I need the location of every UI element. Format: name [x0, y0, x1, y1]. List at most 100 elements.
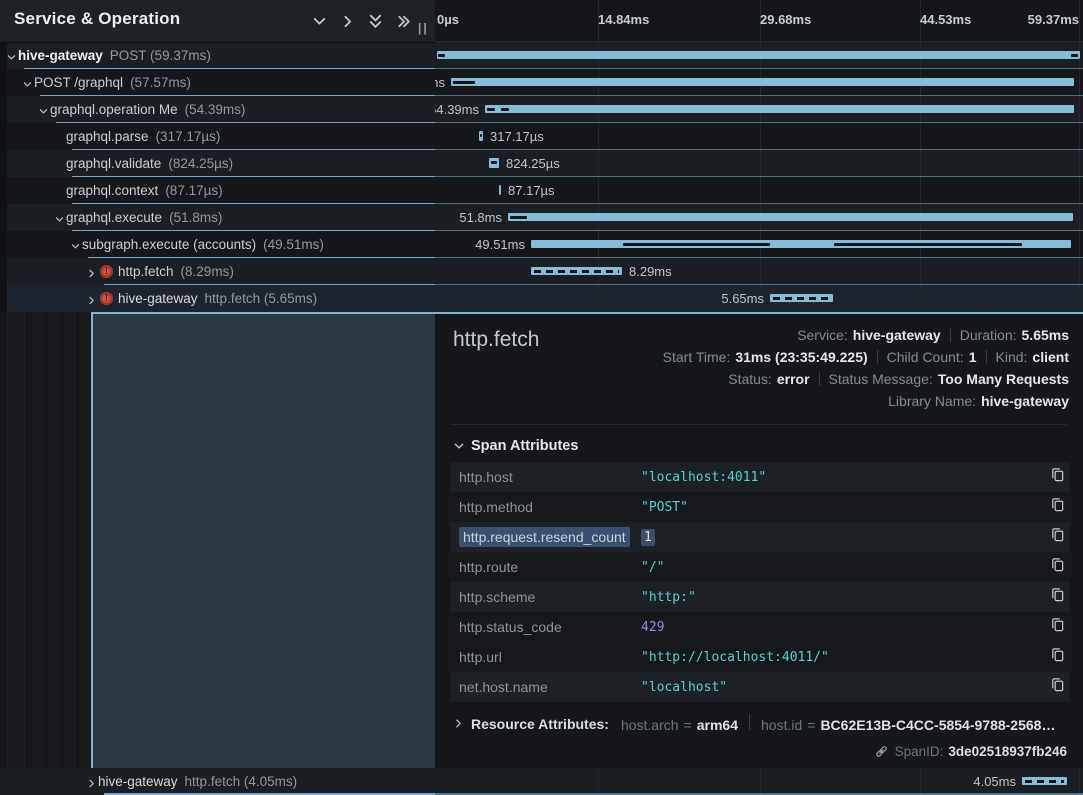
span-tree-row[interactable]: hive-gatewayhttp.fetch (4.05ms): [0, 768, 435, 795]
attribute-row: http.method"POST": [450, 492, 1070, 522]
resource-key: host.id: [761, 717, 802, 733]
span-duration-bar[interactable]: [531, 267, 622, 275]
span-label: graphql.execute(51.8ms): [66, 204, 222, 231]
equals-sign: =: [807, 717, 815, 733]
meta-separator: [986, 350, 987, 364]
copy-icon[interactable]: [1044, 467, 1070, 487]
span-duration-label: 51.8ms: [459, 204, 502, 231]
span-duration-bar[interactable]: [437, 51, 1080, 59]
span-tree-row[interactable]: graphql.context(87.17µs): [0, 177, 435, 204]
child-span-mark: [453, 81, 475, 84]
span-duration-label: 4.05ms: [973, 768, 1016, 795]
span-attributes-toggle[interactable]: Span Attributes: [453, 438, 578, 454]
span-tree-row[interactable]: graphql.execute(51.8ms): [0, 204, 435, 231]
timeline-tick-label: 14.84ms: [598, 12, 649, 27]
link-icon[interactable]: [874, 744, 889, 759]
span-duration-bar[interactable]: [451, 78, 1074, 86]
span-timeline-lane[interactable]: 5.65ms: [435, 285, 1083, 312]
span-timeline-lane[interactable]: 57.57ms: [435, 69, 1083, 96]
span-label-part: (824.25µs): [168, 156, 233, 171]
trace-viewer: hive-gatewayPOST (59.37ms)POST /graphql(…: [0, 0, 1083, 795]
child-span-mark: [510, 216, 527, 219]
span-tree-row[interactable]: !hive-gatewayhttp.fetch (5.65ms): [0, 285, 435, 312]
span-tree-panel: hive-gatewayPOST (59.37ms)POST /graphql(…: [0, 0, 435, 795]
copy-icon[interactable]: [1044, 677, 1070, 697]
chevron-right-icon[interactable]: [86, 293, 97, 304]
resource-attributes-values: host.arch=arm64host.id=BC62E13B-C4CC-585…: [621, 714, 1056, 733]
span-timeline-lane[interactable]: 824.25µs: [435, 150, 1083, 177]
chevron-down-icon[interactable]: [54, 212, 65, 223]
double-chevron-down-icon[interactable]: [367, 13, 384, 30]
meta-value: Too Many Requests: [938, 371, 1069, 387]
span-duration-bar[interactable]: [508, 213, 1073, 221]
span-timeline-lane[interactable]: 8.29ms: [435, 258, 1083, 285]
meta-label: Status Message:: [829, 371, 933, 387]
span-duration-bar[interactable]: [485, 105, 1074, 113]
span-label-part: POST (59.37ms): [110, 48, 211, 63]
chevron-down-icon[interactable]: [6, 50, 17, 61]
attribute-value: 429: [641, 620, 1044, 635]
span-duration-bar[interactable]: [489, 158, 499, 168]
span-meta: Service:hive-gatewayDuration:5.65msStart…: [663, 324, 1069, 412]
span-duration-bar[interactable]: [770, 294, 833, 302]
chevron-down-icon[interactable]: [70, 239, 81, 250]
span-label: hive-gatewayPOST (59.37ms): [18, 42, 211, 69]
chevron-down-icon[interactable]: [22, 77, 33, 88]
copy-icon[interactable]: [1044, 497, 1070, 517]
span-tree-row[interactable]: graphql.validate(824.25µs): [0, 150, 435, 177]
span-meta-line: Library Name:hive-gateway: [663, 390, 1069, 412]
span-timeline-lane[interactable]: 87.17µs: [435, 177, 1083, 204]
child-span-mark: [491, 161, 497, 164]
span-detail-title: http.fetch: [453, 328, 539, 352]
chevron-right-icon[interactable]: [86, 776, 97, 787]
span-tree-row[interactable]: graphql.parse(317.17µs): [0, 123, 435, 150]
meta-label: Kind:: [996, 349, 1028, 365]
span-timeline-lane[interactable]: [435, 42, 1083, 69]
span-tree-row[interactable]: hive-gatewayPOST (59.37ms): [0, 42, 435, 69]
copy-icon[interactable]: [1044, 617, 1070, 637]
copy-icon[interactable]: [1044, 557, 1070, 577]
copy-icon[interactable]: [1044, 587, 1070, 607]
meta-separator: [819, 372, 820, 386]
attribute-row: http.host"localhost:4011": [450, 462, 1070, 492]
expanded-span-detail-region: [91, 312, 435, 768]
span-duration-bar[interactable]: [499, 185, 501, 195]
copy-icon[interactable]: [1044, 647, 1070, 667]
span-tree-row[interactable]: subgraph.execute (accounts)(49.51ms): [0, 231, 435, 258]
span-timeline-lane[interactable]: 54.39ms: [435, 96, 1083, 123]
span-tree-row[interactable]: POST /graphql(57.57ms): [0, 69, 435, 96]
meta-value: 5.65ms: [1022, 327, 1069, 343]
attribute-row: http.url"http://localhost:4011/": [450, 642, 1070, 672]
copy-icon[interactable]: [1044, 527, 1070, 547]
span-tree-row[interactable]: graphql.operation Me(54.39ms): [0, 96, 435, 123]
panel-resize-handle[interactable]: ||: [418, 21, 429, 35]
chevron-down-icon[interactable]: [38, 104, 49, 115]
child-span-mark: [480, 134, 482, 137]
span-timeline-lane[interactable]: 4.05ms: [435, 768, 1083, 795]
span-label: POST /graphql(57.57ms): [34, 69, 191, 96]
child-span-mark: [834, 243, 1022, 246]
span-detail-panel: http.fetch Service:hive-gatewayDuration:…: [435, 312, 1083, 768]
span-tree-row[interactable]: !http.fetch(8.29ms): [0, 258, 435, 285]
chevron-right-icon[interactable]: [86, 266, 97, 277]
span-duration-bar[interactable]: [1022, 777, 1067, 785]
span-meta-line: Service:hive-gatewayDuration:5.65ms: [663, 324, 1069, 346]
span-duration-bar[interactable]: [531, 240, 1071, 248]
resource-attributes-toggle[interactable]: Resource Attributes: host.arch=arm64host…: [453, 714, 1055, 733]
selected-text: http.request.resend_count: [459, 527, 630, 547]
meta-label: Child Count:: [887, 349, 964, 365]
chevron-right-icon[interactable]: [339, 13, 356, 30]
tree-left-gutter: [0, 42, 7, 312]
span-duration-bar[interactable]: [479, 131, 483, 141]
meta-value: client: [1032, 349, 1069, 365]
chevron-down-icon[interactable]: [311, 13, 328, 30]
span-attributes-title: Span Attributes: [471, 438, 578, 454]
attribute-value: "localhost": [641, 680, 1044, 695]
span-label: graphql.context(87.17µs): [66, 177, 223, 204]
double-chevron-right-icon[interactable]: [395, 13, 412, 30]
span-timeline-lane[interactable]: 317.17µs: [435, 123, 1083, 150]
attribute-row: http.scheme"http:": [450, 582, 1070, 612]
attribute-value: "http:": [641, 590, 1044, 605]
span-timeline-lane[interactable]: 49.51ms: [435, 231, 1083, 258]
span-timeline-lane[interactable]: 51.8ms: [435, 204, 1083, 231]
